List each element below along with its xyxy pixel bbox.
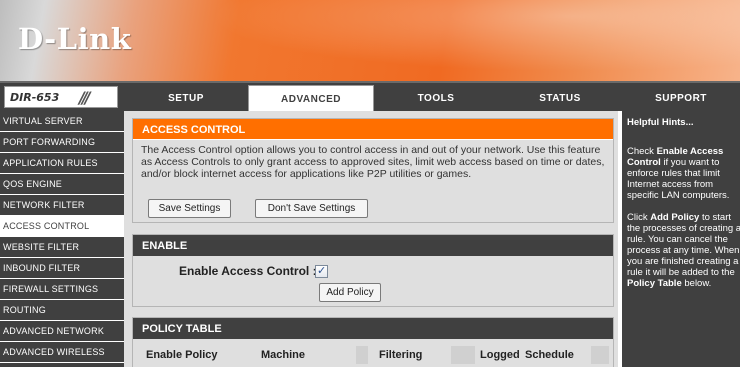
- hints-title: Helpful Hints...: [627, 117, 694, 128]
- col-filtering: Filtering: [379, 349, 423, 361]
- header-decoration: [150, 0, 740, 81]
- hint-bold-text: Policy Table: [627, 278, 682, 289]
- sidebar: VIRTUAL SERVER PORT FORWARDING APPLICATI…: [0, 111, 124, 367]
- hints-body: Helpful Hints... Check Enable Access Con…: [622, 111, 740, 289]
- col-logged: Logged: [480, 349, 520, 361]
- access-control-section: ACCESS CONTROL The Access Control option…: [132, 118, 614, 223]
- column-divider: [451, 346, 475, 364]
- col-enable-policy: Enable Policy: [146, 349, 218, 361]
- tab-tools[interactable]: TOOLS: [374, 85, 498, 111]
- sidebar-item-inbound-filter[interactable]: INBOUND FILTER: [0, 258, 124, 279]
- tab-advanced[interactable]: ADVANCED: [248, 85, 374, 111]
- tab-status[interactable]: STATUS: [498, 85, 622, 111]
- sidebar-item-network-filter[interactable]: NETWORK FILTER: [0, 195, 124, 216]
- dont-save-settings-button[interactable]: Don't Save Settings: [255, 199, 368, 218]
- tab-support[interactable]: SUPPORT: [622, 85, 740, 111]
- hint-text: Check: [627, 146, 657, 157]
- column-divider: [356, 346, 368, 364]
- hint-bold-text: Add Policy: [650, 212, 700, 223]
- checkmark-icon: ✓: [317, 264, 327, 277]
- sidebar-item-application-rules[interactable]: APPLICATION RULES: [0, 153, 124, 174]
- enable-access-control-checkbox[interactable]: ✓: [315, 264, 328, 278]
- add-policy-button[interactable]: Add Policy: [319, 283, 381, 302]
- enable-access-control-label: Enable Access Control :: [179, 264, 317, 278]
- sidebar-item-qos-engine[interactable]: QOS ENGINE: [0, 174, 124, 195]
- sidebar-item-advanced-wireless[interactable]: ADVANCED WIRELESS: [0, 342, 124, 363]
- sidebar-item-firewall-settings[interactable]: FIREWALL SETTINGS: [0, 279, 124, 300]
- hint-enable-access-control: Check Enable Access Control if you want …: [627, 146, 740, 201]
- model-name: DIR-653: [10, 91, 60, 104]
- access-control-description: The Access Control option allows you to …: [141, 144, 605, 180]
- helpful-hints-panel: Helpful Hints... Check Enable Access Con…: [622, 111, 740, 367]
- hint-text: Click: [627, 212, 651, 223]
- enable-section: ENABLE Enable Access Control : ✓ Add Pol…: [132, 234, 614, 307]
- dlink-logo: D-Link: [18, 22, 132, 56]
- hint-add-policy: Click Add Policy to start the processes …: [627, 212, 740, 289]
- model-slash-decoration: ///: [79, 88, 90, 107]
- col-machine: Machine: [261, 349, 306, 361]
- enable-title: ENABLE: [133, 235, 613, 256]
- save-settings-button[interactable]: Save Settings: [148, 199, 231, 218]
- sidebar-item-routing[interactable]: ROUTING: [0, 300, 124, 321]
- column-divider: [591, 346, 609, 364]
- brand-header: D-Link: [0, 0, 740, 81]
- sidebar-item-advanced-network[interactable]: ADVANCED NETWORK: [0, 321, 124, 342]
- main-content: ACCESS CONTROL The Access Control option…: [128, 111, 618, 367]
- sidebar-item-virtual-server[interactable]: VIRTUAL SERVER: [0, 111, 124, 132]
- col-schedule: Schedule: [525, 349, 574, 361]
- sidebar-item-website-filter[interactable]: WEBSITE FILTER: [0, 237, 124, 258]
- policy-table-title: POLICY TABLE: [133, 318, 613, 339]
- sidebar-item-access-control[interactable]: ACCESS CONTROL: [0, 216, 124, 237]
- sidebar-item-port-forwarding[interactable]: PORT FORWARDING: [0, 132, 124, 153]
- access-control-title: ACCESS CONTROL: [133, 119, 613, 140]
- tab-setup[interactable]: SETUP: [124, 85, 248, 111]
- hint-text: below.: [681, 278, 712, 289]
- model-badge: DIR-653 ///: [4, 86, 118, 108]
- policy-table-section: POLICY TABLE Enable Policy Machine Filte…: [132, 317, 614, 367]
